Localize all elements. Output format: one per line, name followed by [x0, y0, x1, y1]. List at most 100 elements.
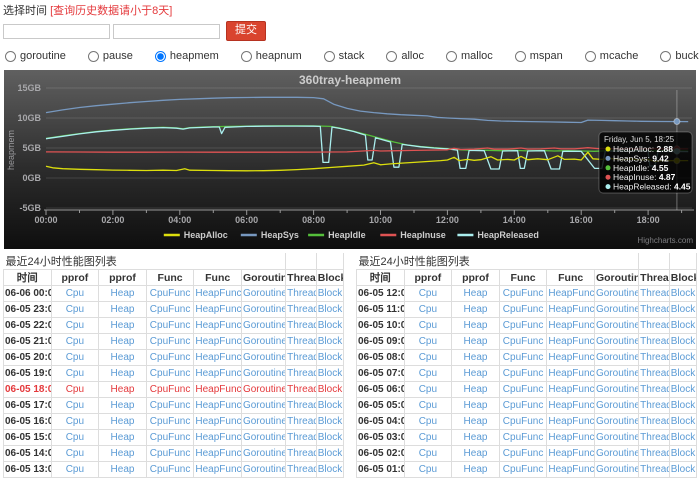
link-thread[interactable]: Thread — [640, 352, 669, 363]
link-cpufunc[interactable]: CpuFunc — [503, 288, 544, 299]
link-block[interactable]: Block — [671, 416, 695, 427]
link-block[interactable]: Block — [671, 368, 695, 379]
link-block[interactable]: Block — [671, 288, 695, 299]
link-thread[interactable]: Thread — [287, 304, 316, 315]
link-heap[interactable]: Heap — [464, 288, 488, 299]
link-thread[interactable]: Thread — [640, 384, 669, 395]
link-block[interactable]: Block — [671, 464, 695, 475]
link-heap[interactable]: Heap — [111, 432, 135, 443]
link-cpufunc[interactable]: CpuFunc — [150, 416, 191, 427]
link-goroutine[interactable]: Goroutine — [596, 304, 639, 315]
link-cpufunc[interactable]: CpuFunc — [503, 464, 544, 475]
link-thread[interactable]: Thread — [640, 320, 669, 331]
link-block[interactable]: Block — [671, 304, 695, 315]
link-cpu[interactable]: Cpu — [419, 432, 437, 443]
link-cpufunc[interactable]: CpuFunc — [150, 448, 191, 459]
link-cpu[interactable]: Cpu — [419, 384, 437, 395]
link-goroutine[interactable]: Goroutine — [243, 368, 286, 379]
start-time-input[interactable] — [3, 24, 110, 39]
link-heapfunc[interactable]: HeapFunc — [548, 288, 594, 299]
link-heapfunc[interactable]: HeapFunc — [195, 368, 241, 379]
link-block[interactable]: Block — [318, 448, 342, 459]
link-goroutine[interactable]: Goroutine — [243, 464, 286, 475]
link-heapfunc[interactable]: HeapFunc — [548, 416, 594, 427]
submit-button[interactable]: 提交 — [226, 21, 266, 41]
link-goroutine[interactable]: Goroutine — [596, 320, 639, 331]
link-cpufunc[interactable]: CpuFunc — [503, 320, 544, 331]
legend-item-heapinuse[interactable]: HeapInuse — [380, 230, 446, 240]
link-cpu[interactable]: Cpu — [66, 384, 84, 395]
link-cpufunc[interactable]: CpuFunc — [503, 384, 544, 395]
link-heapfunc[interactable]: HeapFunc — [195, 304, 241, 315]
legend-item-heapidle[interactable]: HeapIdle — [308, 230, 366, 240]
link-cpufunc[interactable]: CpuFunc — [150, 352, 191, 363]
link-heapfunc[interactable]: HeapFunc — [195, 336, 241, 347]
link-block[interactable]: Block — [318, 416, 342, 427]
heapnum-radio[interactable] — [241, 51, 252, 62]
link-thread[interactable]: Thread — [640, 288, 669, 299]
link-heap[interactable]: Heap — [464, 368, 488, 379]
link-block[interactable]: Block — [318, 352, 342, 363]
link-cpufunc[interactable]: CpuFunc — [150, 336, 191, 347]
link-heap[interactable]: Heap — [464, 336, 488, 347]
link-goroutine[interactable]: Goroutine — [243, 304, 286, 315]
link-block[interactable]: Block — [318, 368, 342, 379]
link-thread[interactable]: Thread — [287, 320, 316, 331]
link-goroutine[interactable]: Goroutine — [243, 336, 286, 347]
link-cpufunc[interactable]: CpuFunc — [503, 432, 544, 443]
heapmem-radio[interactable] — [155, 51, 166, 62]
link-block[interactable]: Block — [671, 400, 695, 411]
end-time-input[interactable] — [113, 24, 220, 39]
link-goroutine[interactable]: Goroutine — [596, 352, 639, 363]
link-cpu[interactable]: Cpu — [66, 304, 84, 315]
link-cpu[interactable]: Cpu — [66, 432, 84, 443]
link-cpufunc[interactable]: CpuFunc — [150, 304, 191, 315]
link-block[interactable]: Block — [318, 288, 342, 299]
filter-pause[interactable]: pause — [88, 50, 133, 62]
link-heap[interactable]: Heap — [111, 304, 135, 315]
link-cpu[interactable]: Cpu — [66, 288, 84, 299]
link-thread[interactable]: Thread — [287, 352, 316, 363]
link-thread[interactable]: Thread — [640, 336, 669, 347]
mcache-radio[interactable] — [585, 51, 596, 62]
link-heap[interactable]: Heap — [464, 448, 488, 459]
link-cpu[interactable]: Cpu — [419, 416, 437, 427]
link-goroutine[interactable]: Goroutine — [596, 432, 639, 443]
link-thread[interactable]: Thread — [640, 304, 669, 315]
link-cpu[interactable]: Cpu — [66, 368, 84, 379]
filter-stack[interactable]: stack — [324, 50, 365, 62]
link-heap[interactable]: Heap — [464, 464, 488, 475]
pause-radio[interactable] — [88, 51, 99, 62]
link-block[interactable]: Block — [318, 464, 342, 475]
link-heapfunc[interactable]: HeapFunc — [548, 320, 594, 331]
link-heapfunc[interactable]: HeapFunc — [548, 304, 594, 315]
link-heap[interactable]: Heap — [111, 448, 135, 459]
link-block[interactable]: Block — [671, 320, 695, 331]
link-thread[interactable]: Thread — [287, 384, 316, 395]
link-heapfunc[interactable]: HeapFunc — [548, 448, 594, 459]
link-thread[interactable]: Thread — [287, 400, 316, 411]
link-thread[interactable]: Thread — [640, 400, 669, 411]
link-heapfunc[interactable]: HeapFunc — [195, 432, 241, 443]
filter-heapmem[interactable]: heapmem — [155, 50, 219, 62]
link-block[interactable]: Block — [318, 384, 342, 395]
link-heapfunc[interactable]: HeapFunc — [195, 448, 241, 459]
link-thread[interactable]: Thread — [287, 416, 316, 427]
link-cpu[interactable]: Cpu — [419, 352, 437, 363]
link-heapfunc[interactable]: HeapFunc — [195, 416, 241, 427]
link-block[interactable]: Block — [318, 400, 342, 411]
link-heapfunc[interactable]: HeapFunc — [548, 336, 594, 347]
link-block[interactable]: Block — [671, 352, 695, 363]
link-cpu[interactable]: Cpu — [419, 288, 437, 299]
link-cpufunc[interactable]: CpuFunc — [503, 400, 544, 411]
link-cpufunc[interactable]: CpuFunc — [150, 368, 191, 379]
link-heap[interactable]: Heap — [464, 432, 488, 443]
link-cpu[interactable]: Cpu — [66, 448, 84, 459]
link-cpu[interactable]: Cpu — [66, 336, 84, 347]
link-goroutine[interactable]: Goroutine — [596, 368, 639, 379]
link-goroutine[interactable]: Goroutine — [243, 448, 286, 459]
link-goroutine[interactable]: Goroutine — [596, 400, 639, 411]
link-heap[interactable]: Heap — [464, 384, 488, 395]
link-goroutine[interactable]: Goroutine — [243, 320, 286, 331]
goroutine-radio[interactable] — [5, 51, 16, 62]
